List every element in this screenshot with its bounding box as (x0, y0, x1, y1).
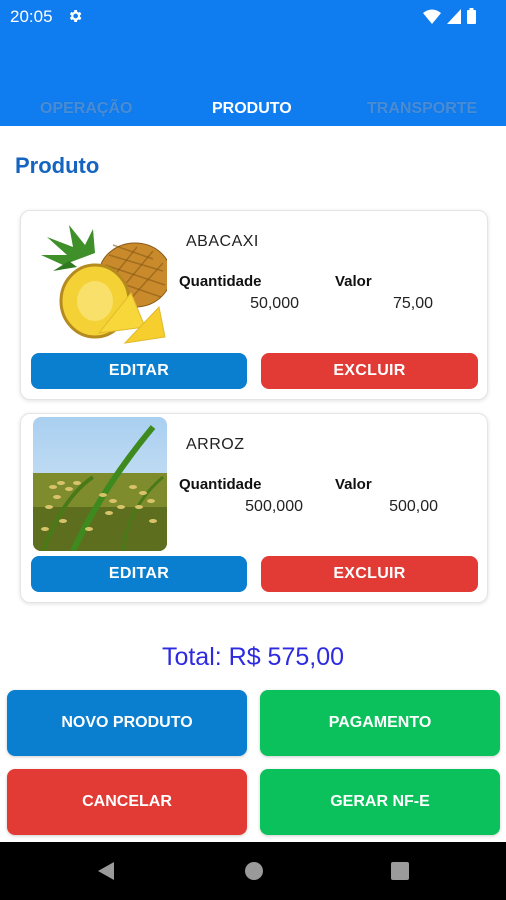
payment-button[interactable]: PAGAMENTO (260, 690, 500, 756)
tab-operacao[interactable]: OPERAÇÃO (40, 100, 132, 118)
cancel-button[interactable]: CANCELAR (7, 769, 247, 835)
product-image-pineapple (33, 215, 167, 349)
navigation-bar (0, 842, 506, 900)
edit-button[interactable]: EDITAR (31, 556, 247, 592)
price-value: 500,00 (389, 498, 438, 515)
screen: 20:05 OPERAÇÃO PRODUTO TRANSPORTE Produt… (0, 0, 506, 900)
wifi-icon (423, 9, 441, 24)
app-bar: 20:05 OPERAÇÃO PRODUTO TRANSPORTE (0, 0, 506, 126)
edit-button[interactable]: EDITAR (31, 353, 247, 389)
page-title: Produto (15, 153, 100, 178)
product-name: ABACAXI (186, 233, 259, 250)
tab-produto[interactable]: PRODUTO (212, 100, 292, 118)
status-icons (423, 8, 476, 24)
total-amount: Total: R$ 575,00 (161, 643, 345, 671)
quantity-label: Quantidade (179, 476, 262, 493)
product-card: ABACAXI Quantidade Valor 50,000 75,00 ED… (20, 210, 488, 400)
status-bar: 20:05 (0, 0, 506, 34)
value-label: Valor (335, 273, 372, 290)
status-time: 20:05 (10, 7, 53, 26)
delete-button[interactable]: EXCLUIR (261, 353, 478, 389)
product-card: ARROZ Quantidade Valor 500,000 500,00 ED… (20, 413, 488, 603)
product-image-rice (33, 417, 167, 551)
back-triangle-icon[interactable] (96, 860, 116, 882)
quantity-value: 50,000 (250, 295, 299, 312)
battery-icon (467, 8, 476, 24)
generate-nfe-button[interactable]: GERAR NF-E (260, 769, 500, 835)
recents-square-icon[interactable] (390, 860, 410, 882)
home-circle-icon[interactable] (243, 860, 265, 882)
tab-bar: OPERAÇÃO PRODUTO TRANSPORTE (0, 100, 506, 126)
quantity-label: Quantidade (179, 273, 262, 290)
new-product-button[interactable]: NOVO PRODUTO (7, 690, 247, 756)
product-name: ARROZ (186, 436, 245, 453)
tab-transporte[interactable]: TRANSPORTE (367, 100, 477, 118)
value-label: Valor (335, 476, 372, 493)
price-value: 75,00 (392, 295, 433, 312)
gear-icon (69, 10, 82, 22)
quantity-value: 500,000 (245, 498, 303, 515)
signal-icon (447, 8, 461, 24)
delete-button[interactable]: EXCLUIR (261, 556, 478, 592)
